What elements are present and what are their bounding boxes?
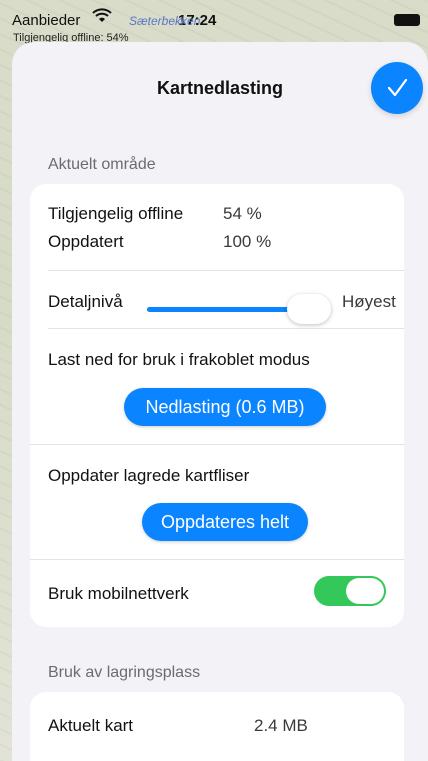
offline-value: 54 % (223, 204, 262, 223)
slider-thumb[interactable] (287, 294, 331, 324)
download-label: Last ned for bruk i frakoblet modus (48, 350, 310, 369)
slider-fill (147, 307, 309, 312)
storage-card: Aktuelt kart 2.4 MB (30, 692, 404, 761)
detail-level-slider[interactable] (147, 294, 331, 324)
updated-value: 100 % (223, 232, 272, 251)
update-tiles-button[interactable]: Oppdateres helt (142, 503, 308, 541)
detail-level-value: Høyest (342, 292, 396, 311)
detail-level-label: Detaljnivå (48, 292, 123, 311)
divider (30, 444, 404, 445)
current-map-value: 2.4 MB (254, 716, 308, 735)
current-map-label: Aktuelt kart (48, 716, 134, 735)
section-header-current-area: Aktuelt område (48, 156, 156, 173)
carrier-label: Aanbieder (12, 12, 81, 29)
update-tiles-label: Oppdater lagrede kartfliser (48, 466, 250, 485)
sheet-title: Kartnedlasting (156, 78, 284, 98)
wifi-icon (92, 8, 112, 29)
map-download-sheet: Kartnedlasting Aktuelt område Tilgjengel… (12, 42, 428, 761)
divider (30, 559, 404, 560)
mobile-network-toggle[interactable] (314, 576, 386, 606)
battery-icon (394, 14, 420, 26)
offline-label: Tilgjengelig offline (48, 204, 184, 223)
section-header-storage: Bruk av lagringsplass (48, 664, 201, 681)
divider (48, 328, 404, 329)
divider (48, 270, 404, 271)
updated-label: Oppdatert (48, 232, 124, 251)
mobile-network-label: Bruk mobilnettverk (48, 584, 189, 603)
download-button[interactable]: Nedlasting (0.6 MB) (124, 388, 326, 426)
current-area-card: Tilgjengelig offline 54 % Oppdatert 100 … (30, 184, 404, 627)
done-button[interactable] (371, 62, 423, 114)
map-place-label: Sæterbekken (129, 14, 201, 28)
checkmark-icon (387, 78, 408, 97)
toggle-knob (346, 578, 384, 604)
